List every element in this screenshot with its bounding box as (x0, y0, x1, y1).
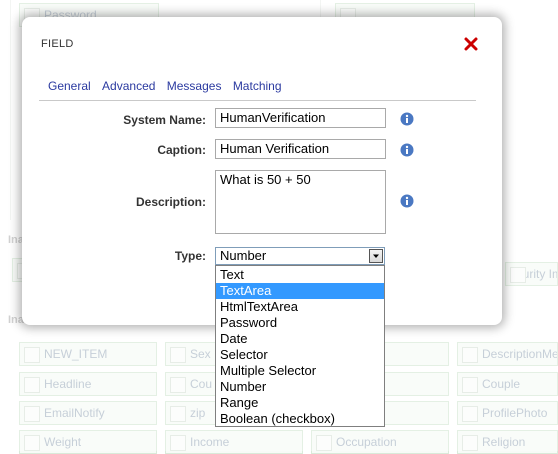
option-text[interactable]: Text (216, 267, 384, 283)
description-label: Description: (135, 195, 206, 209)
chevron-down-icon[interactable] (369, 249, 383, 263)
type-selected-value: Number (220, 248, 267, 263)
info-icon[interactable] (400, 112, 414, 126)
description-textarea[interactable]: What is 50 + 50 (215, 170, 386, 234)
system-name-label: System Name: (123, 113, 206, 127)
option-multiple-selector[interactable]: Multiple Selector (216, 363, 384, 379)
option-textarea[interactable]: TextArea (216, 283, 384, 299)
info-icon[interactable] (400, 143, 414, 157)
dialog-title: FIELD (41, 38, 74, 50)
option-date[interactable]: Date (216, 331, 384, 347)
description-value: What is 50 + 50 (220, 172, 311, 187)
caption-label: Caption: (157, 143, 206, 157)
close-icon[interactable] (463, 36, 479, 52)
dialog-tabs: General Advanced Messages Matching (48, 79, 290, 93)
type-select[interactable]: Number (215, 247, 385, 265)
info-icon[interactable] (400, 194, 414, 208)
tab-advanced[interactable]: Advanced (102, 79, 155, 93)
type-dropdown-list: Text TextArea HtmlTextArea Password Date… (215, 265, 385, 427)
tab-matching[interactable]: Matching (233, 79, 282, 93)
option-boolean[interactable]: Boolean (checkbox) (216, 411, 384, 427)
option-number[interactable]: Number (216, 379, 384, 395)
tab-general[interactable]: General (48, 79, 91, 93)
type-label: Type: (174, 249, 206, 263)
option-range[interactable]: Range (216, 395, 384, 411)
option-password[interactable]: Password (216, 315, 384, 331)
system-name-field[interactable]: HumanVerification (215, 108, 386, 128)
system-name-value: HumanVerification (220, 110, 326, 125)
tab-messages[interactable]: Messages (167, 79, 222, 93)
tabs-divider (39, 100, 476, 101)
caption-value: Human Verification (220, 141, 330, 156)
caption-field[interactable]: Human Verification (215, 139, 386, 159)
option-selector[interactable]: Selector (216, 347, 384, 363)
option-htmltextarea[interactable]: HtmlTextArea (216, 299, 384, 315)
